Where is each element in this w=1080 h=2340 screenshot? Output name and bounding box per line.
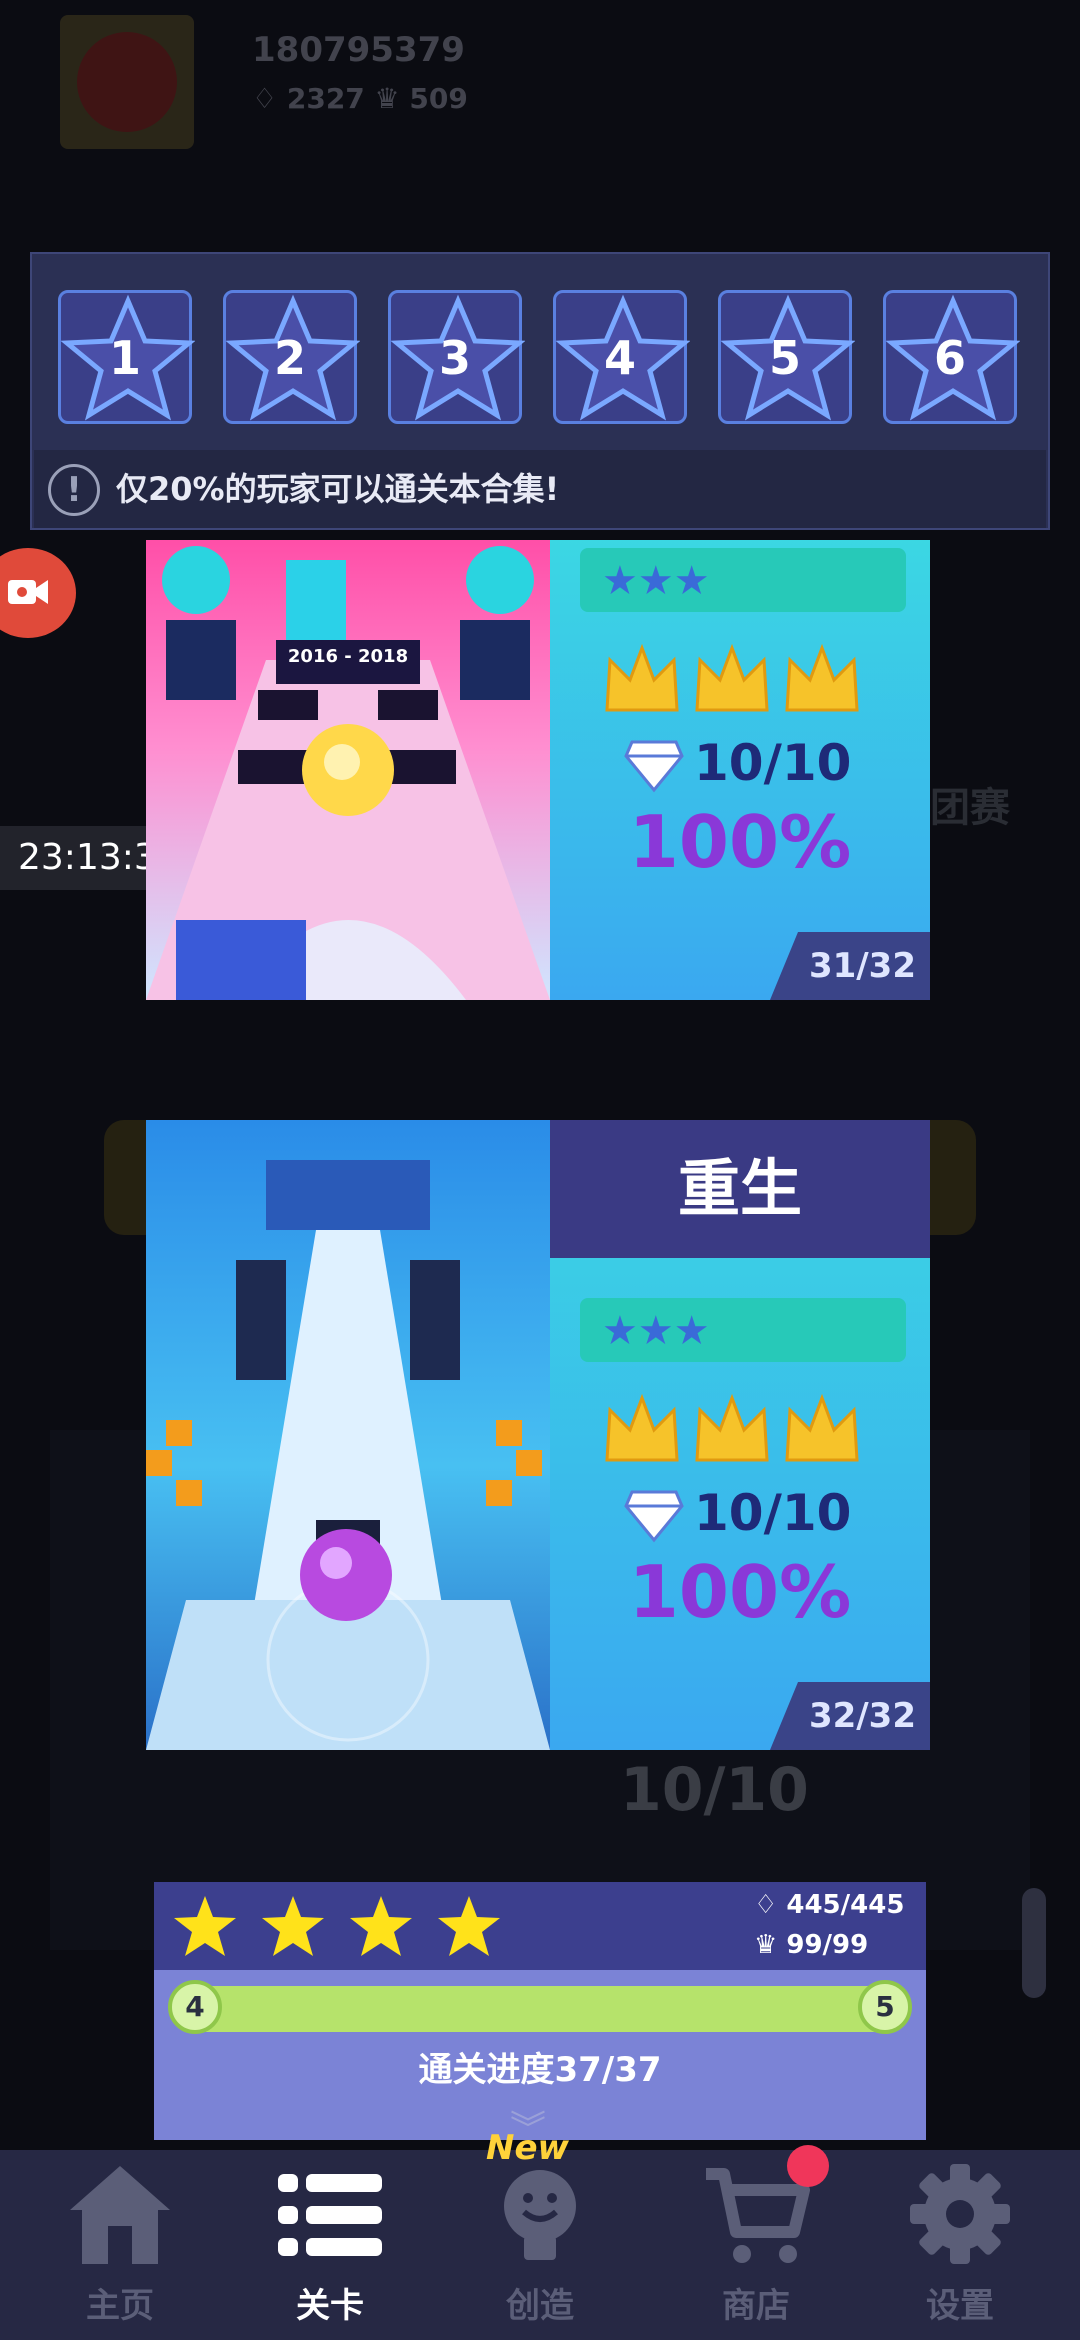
camera-icon [8,580,48,604]
nav-home[interactable]: 主页 [12,2150,228,2340]
nav-label: 主页 [86,2286,154,2326]
tab-collection-3[interactable]: 3 [388,290,525,424]
level-2-artwork[interactable] [146,1120,550,1750]
progress-crowns: ♛ 99/99 [754,1930,868,1960]
list-icon [278,2174,382,2256]
crown-icon: ♛ [754,1930,778,1960]
tab-collection-6[interactable]: 6 [883,290,1020,424]
tab-collection-1[interactable]: 1 [58,290,195,424]
rating-star [262,1896,324,1956]
rating-stars-icon [174,1896,500,1956]
nav-label: 商店 [722,2286,790,2326]
tab-label: 5 [768,331,801,385]
nav-shop[interactable]: 商店 [648,2150,864,2340]
gear-icon [910,2164,1010,2264]
new-badge: New [486,2128,569,2168]
avatar[interactable] [60,15,194,149]
level-1-artwork[interactable]: 2016 - 2018 [146,540,550,1000]
tab-label: 6 [933,331,966,385]
nav-label: 设置 [926,2286,994,2326]
info-icon: ! [48,464,100,516]
progress-bar: 4 5 [168,1980,912,2034]
crown-icon [605,1393,859,1462]
level-2-diamond-row: 10/10 [624,1484,851,1548]
profile-stats: ♢ 2327 ♛ 509 [252,82,468,115]
bulb-icon [504,2170,576,2260]
tab-label: 3 [438,331,471,385]
background-side-text: 团赛 [930,785,1010,831]
tab-label: 4 [603,331,636,385]
level-2-stars: ★★★ [602,1308,710,1354]
progress-header: ♢ 445/445 ♛ 99/99 [154,1882,926,1970]
progress-start-level: 4 [168,1980,222,2034]
diamond-icon: ♢ [252,82,278,115]
notice-bar: ! 仅20%的玩家可以通关本合集! [34,450,1046,528]
collection-tabs-panel: 1 2 3 4 5 6 ! 仅20%的玩家可以通关本合集! [30,252,1050,530]
level-2-title: 重生 [550,1120,930,1258]
level-1-diamond-row: 10/10 [624,734,851,798]
level-2-diamonds: 10/10 [694,1484,852,1542]
crown-icon: ♛ [374,82,400,115]
level-2-stars-bar: ★★★ [580,1298,906,1362]
notification-dot [787,2145,829,2187]
tab-collection-4[interactable]: 4 [553,290,690,424]
diamond-icon: ♢ [754,1890,778,1920]
bottom-nav: 主页 关卡 创造 商店 设置 [0,2150,1080,2340]
rating-star [350,1896,412,1956]
profile-diamonds: 2327 [286,82,365,115]
progress-crowns-value: 99/99 [786,1930,869,1960]
level-2-count: 32/32 [770,1682,930,1750]
tab-collection-5[interactable]: 5 [718,290,855,424]
profile-crowns: 509 [409,82,468,115]
level-1-stars: ★★★ [602,558,710,604]
tab-label: 1 [108,331,141,385]
progress-diamonds-value: 445/445 [786,1890,905,1920]
tab-label: 2 [273,331,306,385]
diamond-icon [624,1490,684,1543]
tab-collection-2[interactable]: 2 [223,290,360,424]
diamond-icon [624,740,684,793]
level-1-stars-bar: ★★★ [580,548,906,612]
nav-levels[interactable]: 关卡 [222,2150,438,2340]
progress-end-level: 5 [858,1980,912,2034]
level-1-scene [146,546,550,1000]
progress-label: 通关进度37/37 [418,2050,662,2090]
home-icon [70,2166,170,2264]
level-2-percent: 100% [628,1550,852,1634]
progress-diamonds: ♢ 445/445 [754,1890,904,1920]
level-1-artwork-text: 2016 - 2018 [287,646,409,667]
level-2-info[interactable]: 重生 ★★★ 10/10 100% 32/32 [550,1120,930,1750]
level-1-info[interactable]: ★★★ 10/10 100% 31/32 [550,540,930,1000]
crown-icon [605,643,859,712]
rating-star [438,1896,500,1956]
nav-label: 创造 [506,2286,574,2326]
nav-create[interactable]: 创造 [432,2150,648,2340]
level-1-percent: 100% [628,800,852,884]
profile-id: 180795379 [252,30,465,70]
scrollbar[interactable] [1022,1888,1046,1998]
collection-progress-panel: ♢ 445/445 ♛ 99/99 4 5 通关进度37/37 ︾ [154,1882,926,2150]
background-diamond-value: 10/10 [620,1755,809,1825]
level-1-diamonds: 10/10 [694,734,852,792]
notice-text: 仅20%的玩家可以通关本合集! [116,470,560,508]
nav-settings[interactable]: 设置 [852,2150,1068,2340]
rating-star [174,1896,236,1956]
level-1-count: 31/32 [770,932,930,1000]
level-2-scene [146,1160,550,1750]
nav-label: 关卡 [296,2286,364,2326]
